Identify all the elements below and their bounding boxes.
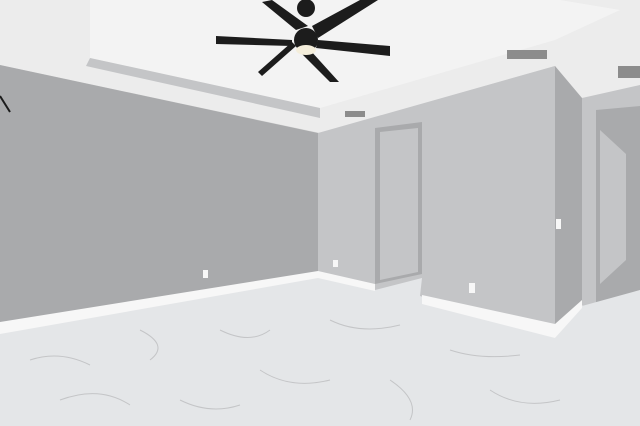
wall-outlet-icon	[333, 260, 338, 267]
air-vent-icon	[507, 50, 547, 59]
doorway-inner-wall	[380, 128, 418, 280]
air-vent-icon	[618, 66, 640, 78]
room-scene	[0, 0, 640, 426]
fan-light	[296, 45, 316, 55]
wall-outlet-icon	[469, 283, 475, 293]
wall-outlet-icon	[203, 270, 208, 278]
right-column-wall	[555, 66, 582, 330]
hallway-far-wall	[600, 130, 626, 284]
light-switch-icon	[556, 219, 561, 229]
air-vent-icon	[345, 111, 365, 117]
